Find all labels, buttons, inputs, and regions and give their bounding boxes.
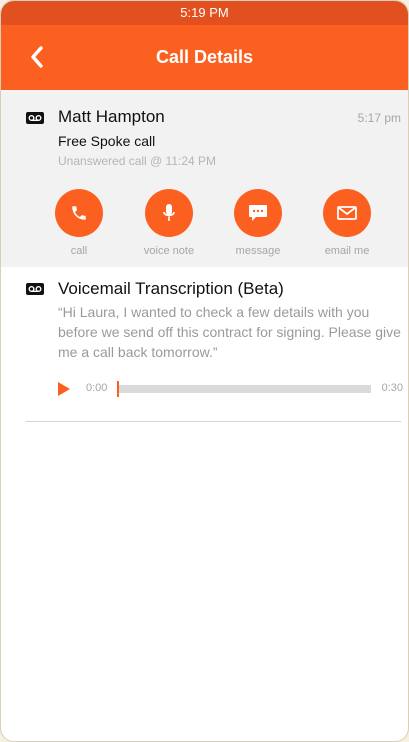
email-button[interactable]: email me	[307, 189, 387, 257]
call-button[interactable]: call	[39, 189, 119, 257]
voicemail-section: Voicemail Transcription (Beta) “Hi Laura…	[1, 267, 408, 422]
voicemail-title: Voicemail Transcription (Beta)	[58, 279, 284, 298]
voicemail-icon	[26, 283, 44, 295]
voice-note-button-circle	[145, 189, 193, 237]
voice-note-button[interactable]: voice note	[129, 189, 209, 257]
message-label: message	[235, 245, 281, 257]
call-type: Free Spoke call	[58, 133, 156, 149]
call-summary: Matt Hampton 5:17 pm Free Spoke call Una…	[1, 90, 408, 267]
voicemail-icon	[26, 112, 44, 124]
call-timestamp: 5:17 pm	[357, 111, 401, 125]
voice-note-label: voice note	[143, 245, 195, 257]
status-bar: 5:19 PM	[1, 1, 408, 25]
audio-scrubber-handle[interactable]	[117, 381, 119, 397]
page-title: Call Details	[155, 47, 254, 67]
call-status: Unanswered call @ 11:24 PM	[58, 154, 217, 168]
message-button-circle	[234, 189, 282, 237]
current-time: 0:00	[86, 382, 108, 394]
email-button-circle	[323, 189, 371, 237]
call-button-circle	[55, 189, 103, 237]
message-icon	[249, 205, 267, 221]
microphone-icon	[163, 204, 175, 221]
status-time: 5:19 PM	[180, 5, 229, 20]
duration: 0:30	[381, 382, 403, 394]
action-row: call voice note message email me	[1, 189, 408, 259]
audio-player: 0:00 0:30	[58, 381, 403, 397]
divider	[26, 421, 401, 422]
navigation-bar: Call Details	[1, 25, 408, 90]
caller-name: Matt Hampton	[58, 107, 165, 126]
envelope-icon	[337, 206, 357, 220]
message-button[interactable]: message	[218, 189, 298, 257]
play-icon[interactable]	[58, 382, 70, 396]
email-label: email me	[324, 245, 370, 257]
voicemail-transcript: “Hi Laura, I wanted to check a few detai…	[58, 304, 401, 360]
audio-progress-track[interactable]	[117, 381, 371, 397]
phone-screen: 5:19 PM Call Details Matt Hampton 5:17 p…	[0, 0, 409, 742]
phone-icon	[72, 206, 86, 220]
call-label: call	[70, 245, 88, 257]
